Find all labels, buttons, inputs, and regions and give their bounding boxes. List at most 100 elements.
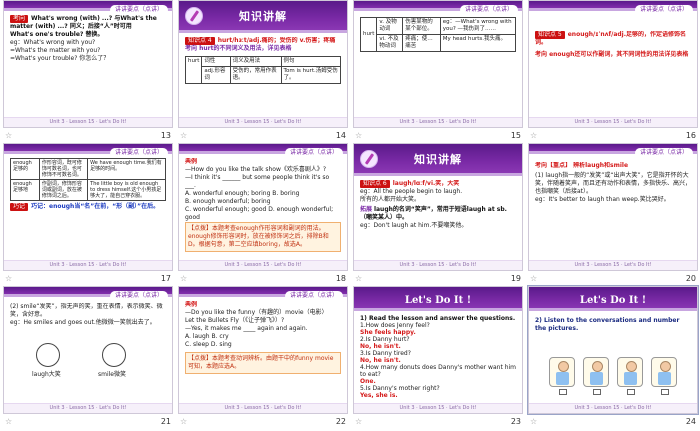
text-line: C. sleep D. sing [185,341,232,348]
point-tag: 知识点 6 [360,180,390,188]
slide-badge: 讲讲要点（点讲） [284,291,343,301]
picture-4 [651,357,677,395]
slide-badge: 讲讲要点（点讲） [634,5,693,15]
table-cell: v. 及物动词 [376,17,404,35]
slide-badge: 讲讲要点（点讲） [459,5,518,15]
slide-badge: 讲讲要点（点讲） [634,148,693,158]
slide-footer: Unit 3 · Lesson 15 · Let's Do It! [354,403,522,413]
point-tag: 知识点 4 [185,37,215,45]
table-cell: vi. 不及物动词 [376,34,404,52]
star-icon[interactable]: ☆ [180,131,187,140]
text-line: —Yes, it makes me ____ again and again. [185,325,308,332]
hint-box: 【点拨】本题考查动词辨析。由题干中的funny movie 可知，本题应选A。 [185,352,341,374]
table-cell: enough 足够的 [10,158,40,180]
slide-thumb-23[interactable]: Let's Do It ! 1) Read the lesson and ans… [350,286,525,429]
table-cell: enough 足够地 [10,179,40,201]
table-cell: 词义及用法 [229,56,282,67]
text-line: A. laugh B. cry [185,333,229,340]
slide-number: 20 [685,274,696,283]
slide-thumb-19[interactable]: 知识讲解 知识点 6 laugh/lɑːf/vi.笑，大笑 eg：All the … [350,143,525,286]
header-band: 知识讲解 [179,1,347,33]
point-head: hurt/hɜːt/adj.痛的；受伤的 v.伤害；疼痛 [217,37,336,44]
table-cell: 伤害某物的某个部位。 [402,17,441,35]
star-icon[interactable]: ☆ [180,274,187,283]
star-icon[interactable]: ☆ [5,417,12,426]
tag-kaoxiang: 考向 [10,15,29,23]
star-icon[interactable]: ☆ [530,131,537,140]
slide-footer: Unit 3 · Lesson 15 · Let's Do It! [4,117,172,127]
slide-badge: 讲讲要点（点讲） [109,148,168,158]
table-cell: 作副词，修饰形容词或副词，放在被修饰词之后。 [38,179,89,201]
slide-number: 13 [160,131,171,140]
slide-thumb-14[interactable]: 知识讲解 知识点 4 hurt/hɜːt/adj.痛的；受伤的 v.伤害；疼痛 考… [175,0,350,143]
point-head: laugh/lɑːf/vi.笑，大笑 [392,180,460,187]
star-icon[interactable]: ☆ [355,417,362,426]
smiling-face-icon [102,343,126,367]
text-line: (1) laugh指一般的“发笑”或“出声大笑”，它是指开怀的大笑，伴随着笑声，… [535,172,691,195]
slide-thumb-22[interactable]: 讲讲要点（点讲） 典例 —Do you like the funny（有趣的）m… [175,286,350,429]
sub-head: 考向 hurt的不同词义及用法，详见表格 [185,45,292,52]
slide-title: Let's Do It ! [579,295,647,306]
text-line: A. wonderful enough; boring B. boring [185,190,300,197]
caption-laugh: laugh大笑 [32,371,61,378]
answer: She feels happy. [360,329,416,336]
slide-thumb-17[interactable]: 讲讲要点（点讲） enough 足够的 作形容词，既可修饰可数名词，也可修饰不可数… [0,143,175,286]
point-head: 考向【重点】 辨析laugh和smile [535,162,629,169]
star-icon[interactable]: ☆ [355,274,362,283]
slide-number: 16 [685,131,696,140]
answer: No, he isn't. [360,343,401,350]
header-band: Let's Do It ! [529,287,697,311]
note-text: 巧记：enough当“名”在前，“形（副）”在后。 [31,203,160,210]
caption-smile: smile微笑 [98,371,126,378]
picture-2 [583,357,609,395]
slide-thumb-18[interactable]: 讲讲要点（点讲） 典例 —How do you like the talk sh… [175,143,350,286]
slide-thumb-21[interactable]: 讲讲要点（点讲） (2) smile“发笑”，指无声的笑，重在表情，表示微笑、微… [0,286,175,429]
text-line: eg：It's better to laugh than weep.笑比哭好。 [535,196,670,203]
ext-head: laugh的名词“笑声”，常用于短语laugh at sb.（嘲笑某人）中。 [360,206,507,221]
slide-thumb-24[interactable]: Let's Do It ! 2) Listen to the conversat… [525,285,700,429]
slide-number: 22 [335,417,346,426]
slide-number: 23 [510,417,521,426]
slide-thumb-13[interactable]: 讲讲要点（点讲） 考向 What's wrong (with) ...? 与Wha… [0,0,175,143]
text-line: (2) smile“发笑”，指无声的笑，重在表情，表示微笑、微笑，含好意。 [10,303,163,318]
star-icon[interactable]: ☆ [530,417,537,426]
star-icon[interactable]: ☆ [180,417,187,426]
text-line: —I think it's ______ but some people thi… [185,174,330,189]
text-line: =What's the matter with you? [10,47,101,54]
text-line: eg：Don't laugh at him.不要嘲笑他。 [360,222,468,229]
star-icon[interactable]: ☆ [530,274,537,283]
text-line: B. enough wonderful; boring [185,198,271,205]
star-icon[interactable]: ☆ [5,131,12,140]
slide-thumb-15[interactable]: 讲讲要点（点讲） hurt v. 及物动词 伤害某物的某个部位。 eg：—What's… [350,0,525,143]
slide-footer: Unit 3 · Lesson 15 · Let's Do It! [529,260,697,270]
text-line: What's wrong (with) ...? 与What's the [31,15,157,22]
usage-table: hurt v. 及物动词 伤害某物的某个部位。 eg：—What's wrong wi… [360,17,516,52]
table-cell: 受伤的，常用作表语。 [229,66,282,84]
picture-row [549,357,691,395]
slide-thumb-16[interactable]: 讲讲要点（点讲） 知识点 5 enough/ɪˈnʌf/adj.足够的，作定语修饰… [525,0,700,143]
slide-footer: Unit 3 · Lesson 15 · Let's Do It! [179,117,347,127]
question: 3.Is Danny tired? [360,350,411,357]
answer: Yes, she is. [360,392,398,399]
note-label: 巧记 [10,203,29,211]
slide-number: 14 [335,131,346,140]
table-cell: 词性 [201,56,231,67]
ext-label: 拓展 [360,206,373,213]
slide-number: 19 [510,274,521,283]
question: 4.How many donuts does Danny's mother wa… [360,364,516,378]
header-band: Let's Do It ! [354,287,522,311]
table-cell: eg：—What's wrong with you? —我伤到了…… [439,17,516,35]
text-line: —Do you like the funny（有趣的）movie（电影） [185,309,328,316]
row-label: hurt [360,17,378,52]
slide-title: 知识讲解 [414,153,462,166]
star-icon[interactable]: ☆ [5,274,12,283]
slide-number: 15 [510,131,521,140]
question: 5.Is Danny's mother right? [360,385,440,392]
usage-table: enough 足够的 作形容词，既可修饰可数名词，也可修饰不可数名词。 We hav… [10,158,166,201]
star-icon[interactable]: ☆ [355,131,362,140]
text-line: —How do you like the talk show《欢乐喜剧人》? [185,166,327,173]
text-line: eg：What's wrong with you? [10,39,96,46]
slide-title: Let's Do It ! [404,295,472,306]
slide-thumb-20[interactable]: 讲讲要点（点讲） 考向【重点】 辨析laugh和smile (1) laugh指… [525,143,700,286]
slide-footer: Unit 3 · Lesson 15 · Let's Do It! [179,260,347,270]
